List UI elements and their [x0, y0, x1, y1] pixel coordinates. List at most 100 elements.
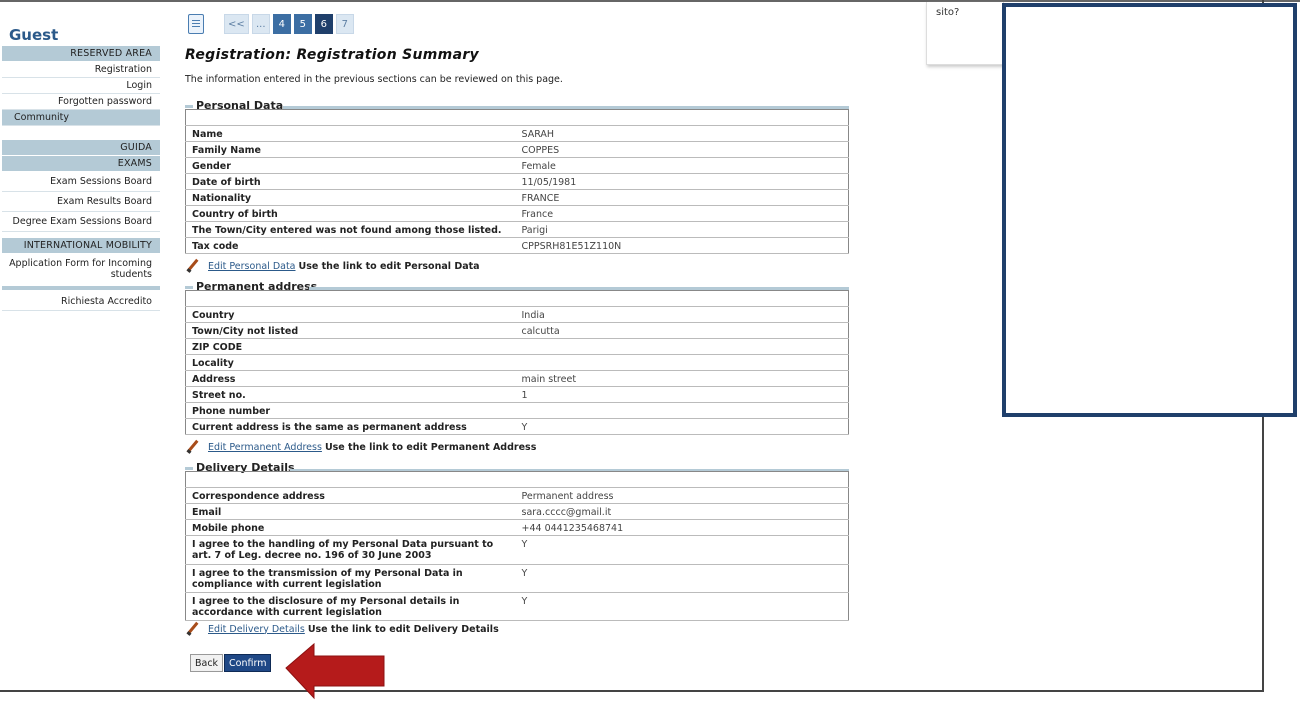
row-value: +44 0441235468741 [515, 519, 849, 536]
table-row: Mobile phone +44 0441235468741 [185, 519, 849, 536]
sidebar-item-community[interactable]: Community [2, 110, 160, 126]
row-value [515, 402, 849, 419]
table-row: Family Name COPPES [185, 141, 849, 158]
back-button[interactable]: Back [190, 654, 224, 672]
row-label: Current address is the same as permanent… [185, 418, 516, 435]
row-label: I agree to the disclosure of my Personal… [185, 592, 516, 621]
pager-step-5[interactable]: 5 [293, 14, 312, 34]
sidebar-item-exam-results-board[interactable]: Exam Results Board [2, 192, 160, 212]
table-row: Country India [185, 306, 849, 323]
section-title-bar [185, 104, 193, 108]
row-label: I agree to the handling of my Personal D… [185, 535, 516, 565]
pager-first-button[interactable]: << [224, 14, 249, 34]
table-row: Locality [185, 354, 849, 371]
pager-ellipsis: ... [251, 14, 270, 34]
table-row: Date of birth 11/05/1981 [185, 173, 849, 190]
pager-step-7: 7 [335, 14, 354, 34]
row-value: Y [515, 535, 849, 565]
sidebar-item-login[interactable]: Login [2, 78, 160, 94]
table-row: Nationality FRANCE [185, 189, 849, 206]
international-mobility-header: INTERNATIONAL MOBILITY [2, 238, 160, 254]
page-title: Registration: Registration Summary [185, 47, 479, 63]
edit-permanent-address-link[interactable]: Edit Permanent Address [208, 442, 322, 453]
row-label: Tax code [185, 237, 516, 254]
row-label: Email [185, 503, 516, 520]
table-row: Town/City not listed calcutta [185, 322, 849, 339]
row-label: Family Name [185, 141, 516, 158]
row-label: Country [185, 306, 516, 323]
row-label: Correspondence address [185, 487, 516, 504]
row-value: main street [515, 370, 849, 387]
sidebar-item-registration[interactable]: Registration [2, 62, 160, 78]
edit-personal-data-link[interactable]: Edit Personal Data [208, 261, 296, 272]
row-value: COPPES [515, 141, 849, 158]
row-label: Street no. [185, 386, 516, 403]
pager-step-4[interactable]: 4 [272, 14, 291, 34]
sidebar-item-application-form[interactable]: Application Form for Incoming students [2, 254, 160, 282]
row-label: Town/City not listed [185, 322, 516, 339]
table-row: Country of birth France [185, 205, 849, 222]
sidebar-item-exam-sessions-board[interactable]: Exam Sessions Board [2, 172, 160, 192]
clipboard-icon [188, 14, 204, 34]
row-value: sara.cccc@gmail.it [515, 503, 849, 520]
row-label: Locality [185, 354, 516, 371]
table-row: Email sara.cccc@gmail.it [185, 503, 849, 520]
row-value: CPPSRH81E51Z110N [515, 237, 849, 254]
sidebar-item-richiesta-accredito[interactable]: Richiesta Accredito [2, 290, 160, 311]
guida-header[interactable]: GUIDA [2, 140, 160, 156]
table-row: Address main street [185, 370, 849, 387]
row-value: France [515, 205, 849, 222]
pager-step-6-current: 6 [314, 14, 333, 34]
row-value [515, 338, 849, 355]
red-arrow-annotation [285, 642, 385, 700]
application-form-label-line2: students [110, 269, 152, 280]
table-row: Gender Female [185, 157, 849, 174]
sidebar-item-forgotten-password[interactable]: Forgotten password [2, 94, 160, 110]
section-title-bar [185, 285, 193, 289]
permanent-address-table: Country India Town/City not listed calcutt… [185, 290, 849, 435]
row-label: Country of birth [185, 205, 516, 222]
edit-personal-data-note: Use the link to edit Personal Data [298, 260, 480, 272]
personal-data-table: Name SARAH Family Name COPPES Gender Female… [185, 109, 849, 254]
row-value [515, 354, 849, 371]
table-row: Correspondence address Permanent address [185, 487, 849, 504]
row-value: calcutta [515, 322, 849, 339]
application-form-label-line1: Application Form for Incoming [9, 258, 152, 269]
reserved-area-header: RESERVED AREA [2, 46, 160, 62]
row-value: Female [515, 157, 849, 174]
row-label: I agree to the transmission of my Person… [185, 564, 516, 593]
table-header-row [185, 471, 849, 488]
table-row: I agree to the disclosure of my Personal… [185, 592, 849, 621]
row-value: FRANCE [515, 189, 849, 206]
edit-personal-data-row: Edit Personal Data Use the link to edit … [186, 259, 480, 273]
exams-header: EXAMS [2, 156, 160, 172]
table-row: Name SARAH [185, 125, 849, 142]
step-pager: << ... 4 5 6 7 [188, 12, 357, 36]
redaction-box [1002, 3, 1297, 417]
edit-delivery-details-note: Use the link to edit Delivery Details [307, 623, 499, 635]
frame-bottom-border [0, 690, 1264, 692]
pencil-icon [186, 440, 200, 454]
table-row: I agree to the handling of my Personal D… [185, 535, 849, 565]
row-label: Date of birth [185, 173, 516, 190]
table-row: The Town/City entered was not found amon… [185, 221, 849, 238]
row-label: The Town/City entered was not found amon… [185, 221, 516, 238]
sidebar: Guest RESERVED AREA Registration Login F… [2, 26, 160, 311]
row-value: 11/05/1981 [515, 173, 849, 190]
page-intro: The information entered in the previous … [185, 74, 563, 85]
sidebar-item-degree-exam-sessions-board[interactable]: Degree Exam Sessions Board [2, 212, 160, 232]
row-label: ZIP CODE [185, 338, 516, 355]
table-row: I agree to the transmission of my Person… [185, 564, 849, 593]
table-row: Tax code CPPSRH81E51Z110N [185, 237, 849, 254]
row-value: India [515, 306, 849, 323]
row-value: Permanent address [515, 487, 849, 504]
row-label: Name [185, 125, 516, 142]
edit-delivery-details-link[interactable]: Edit Delivery Details [208, 624, 305, 635]
row-label: Gender [185, 157, 516, 174]
arrow-shape [285, 642, 385, 700]
delivery-details-table: Correspondence address Permanent address … [185, 471, 849, 621]
row-value: Parigi [515, 221, 849, 238]
confirm-button[interactable]: Confirm [224, 654, 272, 672]
section-title-bar [185, 466, 193, 470]
